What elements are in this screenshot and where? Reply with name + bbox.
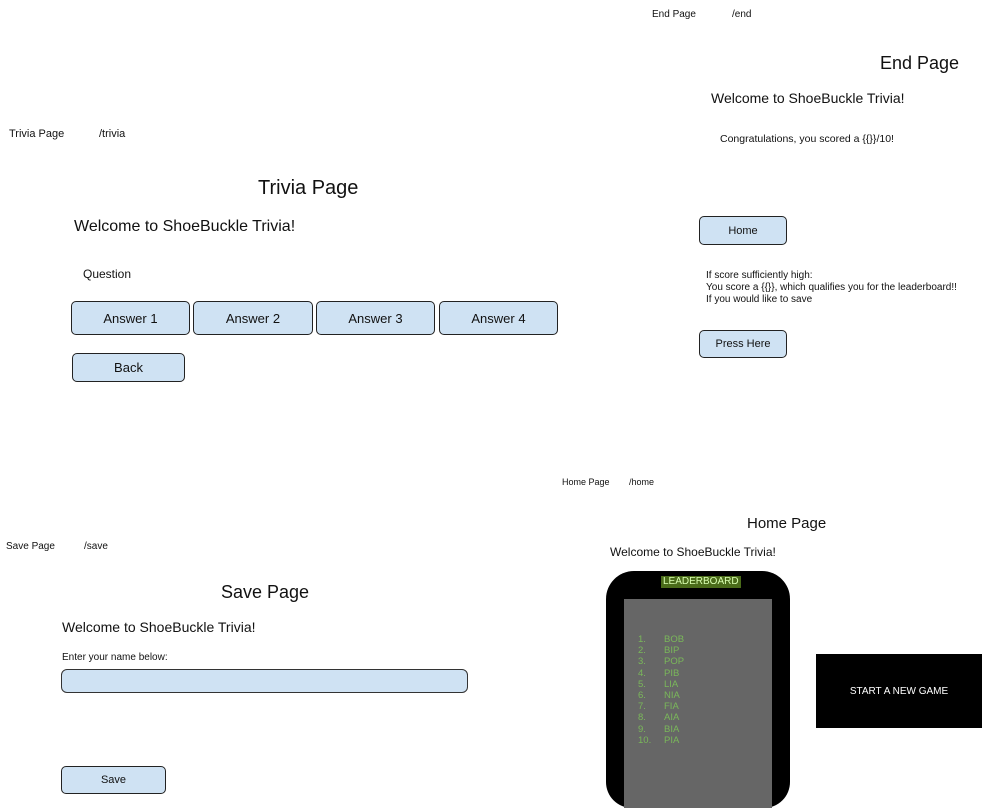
leaderboard-player-name: BIA [664, 723, 680, 735]
leaderboard-entry: 6. NIA [638, 690, 684, 701]
name-input[interactable] [61, 669, 468, 693]
leaderboard-rank: 9. [638, 723, 646, 735]
leaderboard-player-name: POP [664, 656, 685, 668]
press-here-button[interactable]: Press Here [699, 330, 787, 358]
home-page-label: Home Page [562, 477, 610, 487]
leaderboard-player-name: PIB [664, 667, 680, 679]
leaderboard-entry: 1. BOB [638, 634, 684, 645]
home-route: /home [629, 477, 655, 487]
home-welcome: Welcome to ShoeBuckle Trivia! [610, 545, 776, 559]
save-welcome: Welcome to ShoeBuckle Trivia! [62, 619, 256, 635]
save-route: /save [84, 541, 108, 552]
leaderboard-entry: 8. AIA [638, 712, 684, 723]
leaderboard-rank: 1. [638, 634, 646, 645]
answer-2-button[interactable]: Answer 2 [193, 301, 313, 335]
end-heading: End Page [880, 53, 960, 73]
leaderboard-qualify-note: If score sufficiently high: You score a … [706, 270, 957, 306]
leaderboard-rank: 6. [638, 690, 646, 702]
leaderboard-player-name: BIP [664, 645, 680, 657]
leaderboard-rank: 7. [638, 701, 646, 713]
end-congrats: Congratulations, you scored a {{}}/10! [720, 133, 894, 145]
leaderboard-entry: 10. PIA [638, 735, 684, 746]
end-route: /end [732, 9, 752, 20]
leaderboard-entry: 7. FIA [638, 701, 684, 712]
note-line: You score a {{}}, which qualifies you fo… [706, 282, 957, 293]
start-new-game-button[interactable]: START A NEW GAME [816, 654, 982, 728]
leaderboard-rank: 10. [638, 734, 652, 746]
trivia-question: Question [83, 267, 132, 281]
trivia-heading: Trivia Page [258, 177, 359, 199]
leaderboard-title: LEADERBOARD [661, 576, 741, 588]
leaderboard-entry: 5. LIA [638, 679, 684, 690]
home-heading: Home Page [747, 515, 827, 532]
leaderboard-rank: 4. [638, 667, 646, 679]
leaderboard-entry: 2. BIP [638, 645, 684, 656]
leaderboard-rank: 2. [638, 645, 646, 657]
save-page-label: Save Page [6, 541, 55, 552]
leaderboard-player-name: PIA [664, 734, 680, 746]
leaderboard-player-name: AIA [664, 712, 680, 724]
answer-4-button[interactable]: Answer 4 [439, 301, 558, 335]
trivia-route: /trivia [99, 128, 126, 140]
leaderboard-rank: 5. [638, 678, 646, 690]
save-button[interactable]: Save [61, 766, 166, 794]
end-welcome: Welcome to ShoeBuckle Trivia! [711, 90, 905, 106]
answer-1-button[interactable]: Answer 1 [71, 301, 190, 335]
leaderboard-entry: 3. POP [638, 656, 684, 667]
leaderboard-list: 1. BOB 2. BIP 3. POP 4. PIB 5. LIA 6. NIA 7. FIA 8. AIA… [638, 634, 684, 746]
leaderboard-rank: 3. [638, 656, 646, 668]
leaderboard-player-name: LIA [664, 678, 679, 690]
back-button[interactable]: Back [72, 353, 185, 382]
leaderboard-entry: 4. PIB [638, 668, 684, 679]
end-page-label: End Page [652, 9, 696, 20]
save-heading: Save Page [221, 582, 310, 602]
leaderboard-rank: 8. [638, 712, 646, 724]
leaderboard-entry: 9. BIA [638, 724, 684, 735]
trivia-page-label: Trivia Page [9, 128, 65, 140]
leaderboard-player-name: NIA [664, 690, 680, 702]
trivia-welcome: Welcome to ShoeBuckle Trivia! [74, 218, 296, 235]
note-line: If you would like to save [706, 294, 813, 305]
note-line: If score sufficiently high: [706, 270, 813, 281]
leaderboard-player-name: BOB [664, 634, 685, 645]
answer-3-button[interactable]: Answer 3 [316, 301, 435, 335]
save-prompt: Enter your name below: [62, 652, 168, 663]
leaderboard-player-name: FIA [664, 701, 679, 713]
home-button[interactable]: Home [699, 216, 787, 245]
